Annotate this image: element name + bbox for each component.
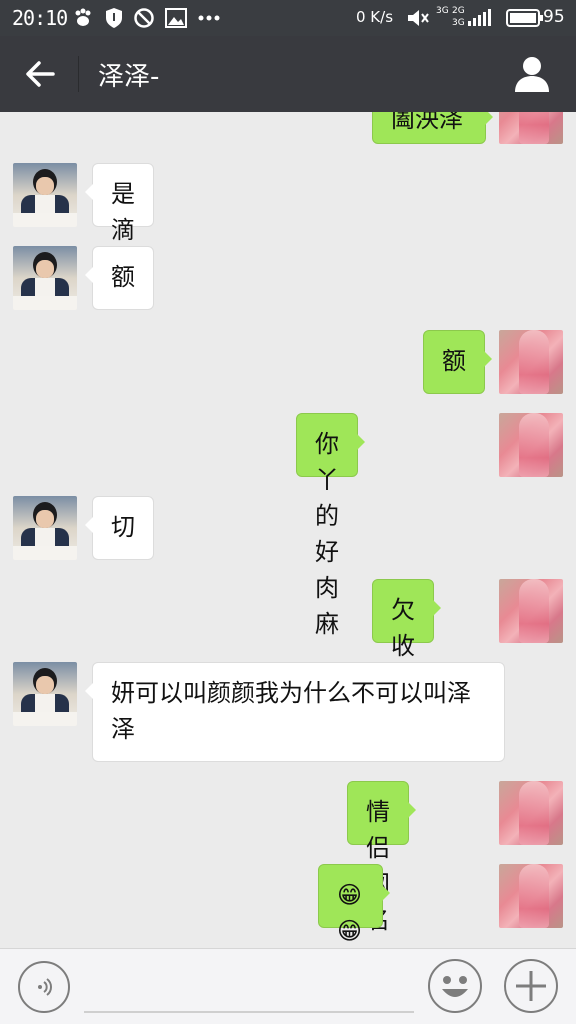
smiley-icon: [442, 976, 468, 997]
input-bar: [0, 948, 576, 1024]
my-avatar[interactable]: [499, 112, 563, 144]
message-bubble[interactable]: 情侣网名: [347, 781, 416, 934]
signal-label-2: 2G: [452, 6, 465, 16]
contact-avatar[interactable]: [13, 662, 77, 726]
my-avatar[interactable]: [499, 413, 563, 477]
message-bubble[interactable]: 😁😁😁😁: [318, 864, 391, 945]
paw-icon: [72, 7, 94, 29]
message-bubble[interactable]: 额: [85, 246, 154, 310]
status-time: 20:10: [12, 6, 68, 30]
chat-header: 泽泽-: [0, 36, 576, 112]
message-list[interactable]: 阖泱泽 是滴 额 额 你丫的好肉麻 切 欠收拾 妍可以叫颜颜我为什么不可以叫泽泽…: [0, 112, 576, 948]
network-speed: 0 K/s: [356, 8, 394, 26]
block-icon: [133, 7, 155, 29]
message-bubble[interactable]: 欠收拾: [372, 579, 441, 696]
profile-button[interactable]: [512, 54, 552, 94]
chat-title: 泽泽-: [98, 62, 160, 92]
message-bubble[interactable]: 是滴: [85, 163, 154, 244]
signal-icon: [466, 7, 492, 29]
contact-avatar[interactable]: [13, 163, 77, 227]
message-bubble[interactable]: 妍可以叫颜颜我为什么不可以叫泽泽: [85, 662, 505, 762]
my-avatar[interactable]: [499, 579, 563, 643]
mute-icon: [406, 7, 430, 29]
plus-icon: [516, 971, 546, 1001]
my-avatar[interactable]: [499, 864, 563, 928]
voice-button[interactable]: [18, 961, 70, 1013]
person-icon: [515, 57, 549, 92]
emoji-button[interactable]: [428, 959, 482, 1013]
contact-avatar[interactable]: [13, 246, 77, 310]
message-input[interactable]: [84, 969, 414, 1013]
message-bubble[interactable]: 阖泱泽: [372, 112, 493, 144]
status-bar: 20:10 0 K/s 3G 2G 3G 95: [0, 0, 576, 36]
more-icon: [198, 7, 220, 29]
voice-icon: [38, 978, 52, 996]
image-icon: [165, 7, 187, 29]
message-bubble[interactable]: 你丫的好肉麻: [296, 413, 365, 638]
arrow-left-icon: [26, 61, 55, 87]
battery-icon: [506, 7, 544, 29]
signal-label-1: 3G: [436, 6, 449, 16]
message-bubble[interactable]: 切: [85, 496, 154, 560]
message-bubble[interactable]: 额: [423, 330, 492, 394]
header-divider: [78, 56, 79, 92]
back-button[interactable]: [20, 55, 60, 93]
shield-icon: [104, 7, 124, 29]
my-avatar[interactable]: [499, 781, 563, 845]
signal-label-3: 3G: [452, 18, 465, 28]
contact-avatar[interactable]: [13, 496, 77, 560]
battery-level: 95: [543, 7, 565, 27]
my-avatar[interactable]: [499, 330, 563, 394]
plus-button[interactable]: [504, 959, 558, 1013]
